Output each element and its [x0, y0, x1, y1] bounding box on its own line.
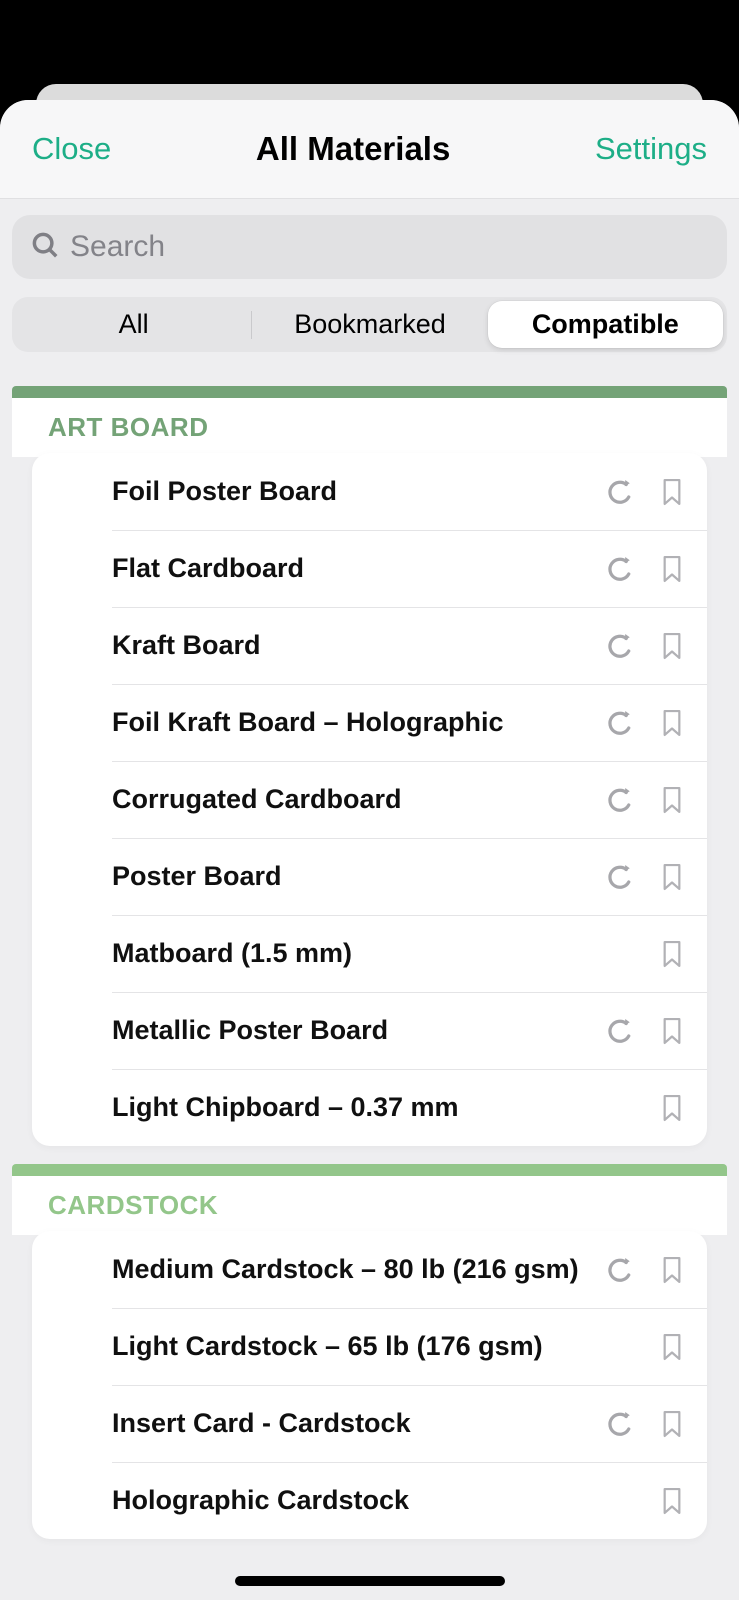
cricut-icon [605, 1016, 635, 1046]
material-row[interactable]: Holographic Cardstock [32, 1462, 707, 1539]
tab-all[interactable]: All [16, 301, 251, 348]
material-row[interactable]: Metallic Poster Board [32, 992, 707, 1069]
row-icons [661, 940, 683, 968]
row-icons [605, 1016, 683, 1046]
tab-compatible[interactable]: Compatible [488, 301, 723, 348]
bookmark-icon[interactable] [661, 1094, 683, 1122]
material-row[interactable]: Foil Poster Board [32, 453, 707, 530]
group-art-board: ART BOARD Foil Poster BoardFlat Cardboard… [12, 386, 727, 1146]
group-stripe [12, 386, 727, 398]
material-label: Insert Card - Cardstock [112, 1388, 605, 1459]
group-header: CARDSTOCK [12, 1176, 727, 1235]
sheet-header: Close All Materials Settings [0, 100, 739, 199]
group-header: ART BOARD [12, 398, 727, 457]
cricut-icon [605, 1409, 635, 1439]
row-icons [605, 1409, 683, 1439]
cricut-icon [605, 1255, 635, 1285]
row-icons [605, 708, 683, 738]
cricut-icon [605, 862, 635, 892]
row-icons [605, 554, 683, 584]
bookmark-icon[interactable] [661, 1256, 683, 1284]
bookmark-icon[interactable] [661, 863, 683, 891]
material-label: Matboard (1.5 mm) [112, 918, 661, 989]
row-icons [605, 862, 683, 892]
material-label: Foil Kraft Board – Holographic [112, 687, 605, 758]
material-label: Light Chipboard – 0.37 mm [112, 1072, 661, 1143]
cricut-icon [605, 554, 635, 584]
material-label: Metallic Poster Board [112, 995, 605, 1066]
modal-sheet: Close All Materials Settings All Bookmar… [0, 100, 739, 1600]
bookmark-icon[interactable] [661, 709, 683, 737]
row-icons [605, 785, 683, 815]
row-icons [605, 631, 683, 661]
search-input[interactable] [70, 230, 709, 264]
material-row[interactable]: Kraft Board [32, 607, 707, 684]
material-row[interactable]: Light Chipboard – 0.37 mm [32, 1069, 707, 1146]
row-icons [661, 1487, 683, 1515]
row-icons [661, 1094, 683, 1122]
materials-card: Medium Cardstock – 80 lb (216 gsm)Light … [32, 1231, 707, 1539]
bookmark-icon[interactable] [661, 632, 683, 660]
material-row[interactable]: Flat Cardboard [32, 530, 707, 607]
segmented-control: All Bookmarked Compatible [12, 297, 727, 352]
material-row[interactable]: Corrugated Cardboard [32, 761, 707, 838]
bookmark-icon[interactable] [661, 786, 683, 814]
row-icons [605, 477, 683, 507]
bookmark-icon[interactable] [661, 1333, 683, 1361]
material-label: Kraft Board [112, 610, 605, 681]
materials-card: Foil Poster BoardFlat CardboardKraft Boa… [32, 453, 707, 1146]
material-row[interactable]: Medium Cardstock – 80 lb (216 gsm) [32, 1231, 707, 1308]
material-row[interactable]: Insert Card - Cardstock [32, 1385, 707, 1462]
material-row[interactable]: Foil Kraft Board – Holographic [32, 684, 707, 761]
search-field[interactable] [12, 215, 727, 279]
group-title: ART BOARD [48, 412, 691, 443]
bookmark-icon[interactable] [661, 555, 683, 583]
home-indicator [235, 1576, 505, 1586]
search-icon [30, 230, 60, 265]
group-stripe [12, 1164, 727, 1176]
cricut-icon [605, 708, 635, 738]
tab-bookmarked[interactable]: Bookmarked [252, 301, 487, 348]
cricut-icon [605, 785, 635, 815]
material-label: Holographic Cardstock [112, 1465, 661, 1536]
group-cardstock: CARDSTOCK Medium Cardstock – 80 lb (216 g… [12, 1164, 727, 1539]
material-label: Medium Cardstock – 80 lb (216 gsm) [112, 1234, 605, 1305]
settings-button[interactable]: Settings [595, 131, 707, 167]
group-title: CARDSTOCK [48, 1190, 691, 1221]
bookmark-icon[interactable] [661, 940, 683, 968]
cricut-icon [605, 631, 635, 661]
material-row[interactable]: Poster Board [32, 838, 707, 915]
controls-area: All Bookmarked Compatible [0, 199, 739, 368]
close-button[interactable]: Close [32, 131, 111, 167]
bookmark-icon[interactable] [661, 1017, 683, 1045]
cricut-icon [605, 477, 635, 507]
material-label: Foil Poster Board [112, 456, 605, 527]
row-icons [605, 1255, 683, 1285]
material-row[interactable]: Matboard (1.5 mm) [32, 915, 707, 992]
page-title: All Materials [256, 130, 450, 168]
row-icons [661, 1333, 683, 1361]
material-label: Corrugated Cardboard [112, 764, 605, 835]
materials-list[interactable]: ART BOARD Foil Poster BoardFlat Cardboard… [0, 386, 739, 1539]
material-row[interactable]: Light Cardstock – 65 lb (176 gsm) [32, 1308, 707, 1385]
material-label: Poster Board [112, 841, 605, 912]
material-label: Light Cardstock – 65 lb (176 gsm) [112, 1311, 661, 1382]
bookmark-icon[interactable] [661, 1410, 683, 1438]
bookmark-icon[interactable] [661, 1487, 683, 1515]
bookmark-icon[interactable] [661, 478, 683, 506]
material-label: Flat Cardboard [112, 533, 605, 604]
